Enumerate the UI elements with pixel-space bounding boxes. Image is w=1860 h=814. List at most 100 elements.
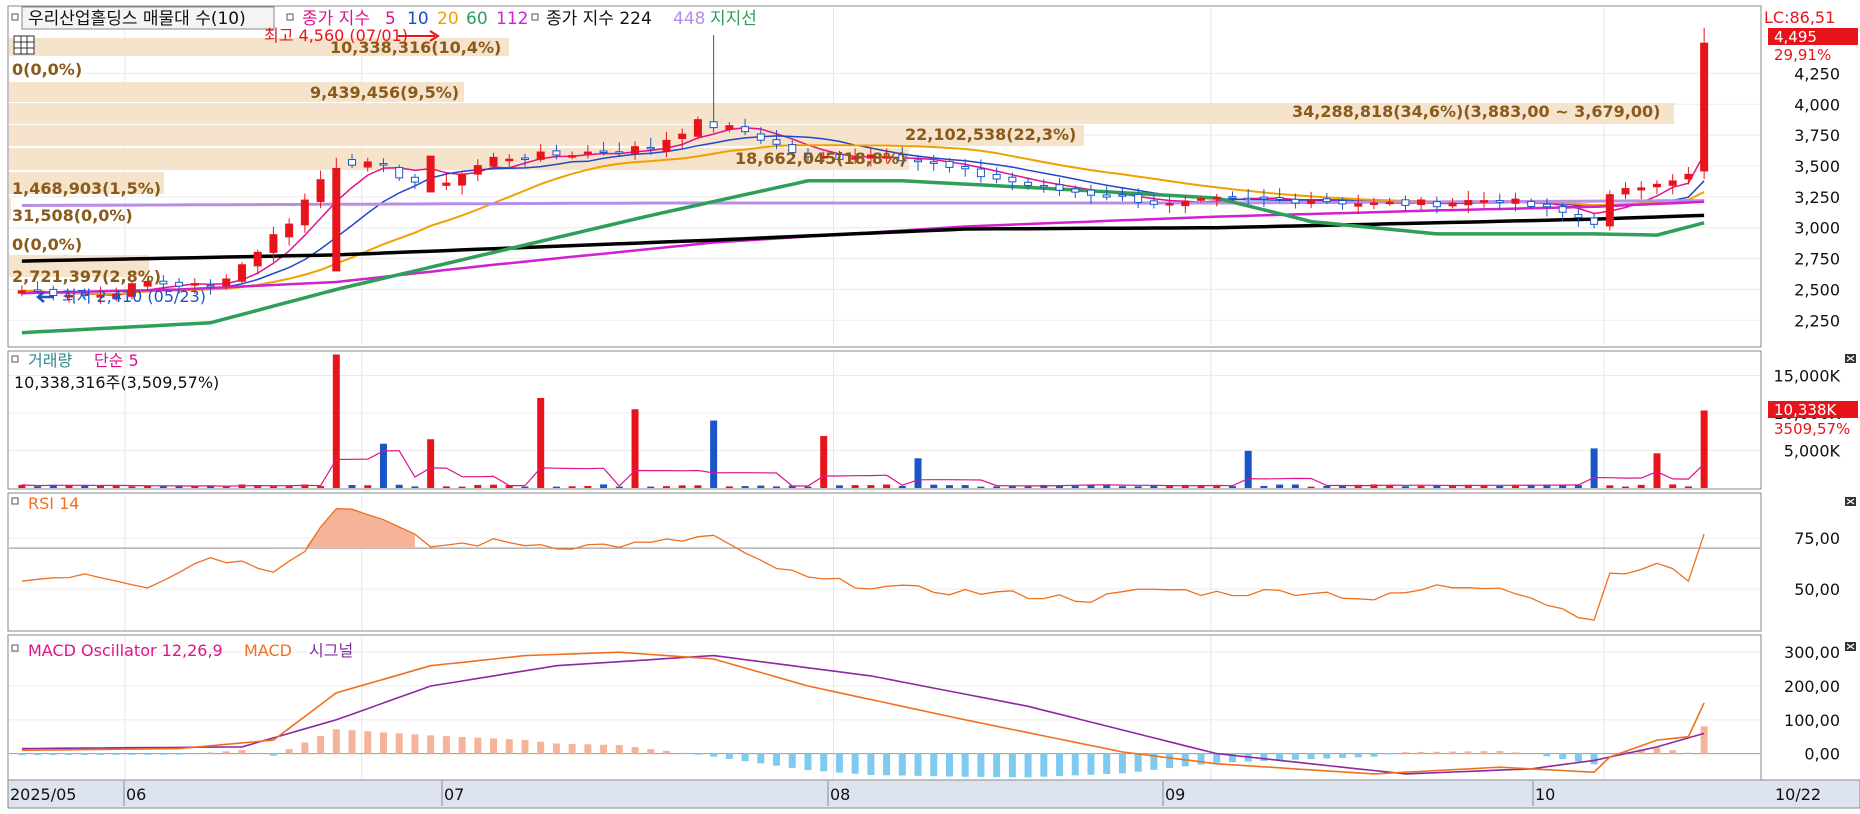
macd-oscillator-bar: [1292, 754, 1299, 760]
volume-bar: [317, 486, 324, 488]
volume-bar: [773, 486, 780, 488]
ma224-label: 종가 지수 224: [546, 9, 652, 29]
macd-oscillator-bar: [1418, 752, 1425, 754]
candle-body: [1056, 185, 1063, 191]
candle-body: [521, 158, 528, 160]
candle-body: [1198, 199, 1205, 201]
candle-body: [1591, 218, 1598, 224]
volume-bar: [1260, 486, 1267, 488]
macd-oscillator-bar: [254, 753, 261, 754]
y-tick-label: 75,00: [1794, 529, 1840, 548]
volume-ma-label: 단순 5: [94, 351, 139, 370]
macd-oscillator-bar: [128, 754, 135, 755]
macd-oscillator-bar: [97, 754, 104, 755]
candle-body: [380, 164, 387, 166]
macd-oscillator-bar: [1040, 754, 1047, 777]
macd-oscillator-bar: [1591, 754, 1598, 765]
candle-body: [317, 180, 324, 202]
volume-bar: [396, 485, 403, 488]
macd-oscillator-bar: [852, 754, 859, 774]
candle-body: [254, 252, 261, 266]
candle-body: [1685, 174, 1692, 179]
macd-oscillator-bar: [1433, 752, 1440, 754]
candle-body: [1418, 200, 1425, 205]
stock-chart: 10,338,316(10,4%)0(0,0%)9,439,456(9,5%)3…: [0, 0, 1860, 810]
candle-body: [1323, 199, 1330, 202]
volume-bar: [97, 486, 104, 488]
volume-bar: [710, 421, 717, 489]
volume-bar: [694, 485, 701, 488]
volume-bar: [930, 485, 937, 488]
volume-panel[interactable]: [8, 351, 1761, 489]
macd-oscillator-bar: [113, 754, 120, 755]
candle-body: [443, 183, 450, 185]
volume-bar: [1622, 487, 1629, 488]
legend-marker: [12, 356, 18, 362]
candle-body: [600, 151, 607, 153]
macd-oscillator-bar: [66, 754, 73, 755]
candle-body: [1135, 194, 1142, 202]
candle-body: [474, 166, 481, 174]
macd-oscillator-bar: [679, 753, 686, 754]
macd-oscillator-bar: [411, 734, 418, 753]
candle-body: [427, 156, 434, 192]
rsi-panel[interactable]: [8, 493, 1761, 631]
candle-body: [710, 122, 717, 128]
macd-label: MACD: [244, 641, 292, 660]
candle-body: [1402, 200, 1409, 206]
candle-body: [1166, 204, 1173, 206]
candle-body: [411, 177, 418, 182]
chart-title: 우리산업홀딩스 매물대 수(10): [28, 9, 246, 29]
candle-body: [1528, 201, 1535, 206]
candle-body: [757, 134, 764, 140]
macd-oscillator-bar: [977, 754, 984, 777]
macd-oscillator-bar: [443, 736, 450, 753]
volume-bar: [836, 485, 843, 488]
volume-bar: [915, 458, 922, 488]
volume-bar: [364, 485, 371, 488]
candle-body: [773, 140, 780, 145]
candle-body: [537, 152, 544, 159]
volume-bar: [443, 486, 450, 488]
volume-bar: [946, 485, 953, 488]
macd-oscillator-bar: [1213, 754, 1220, 763]
candle-body: [490, 157, 497, 166]
y-tick-label: 0,00: [1804, 745, 1840, 764]
volume-bar: [1591, 448, 1598, 488]
macd-oscillator-bar: [1166, 754, 1173, 768]
volume-bar: [1669, 484, 1676, 488]
close-icon[interactable]: [1845, 497, 1856, 506]
candle-body: [915, 160, 922, 162]
y-tick-label: 3,000: [1794, 219, 1840, 238]
volume-bar: [1575, 485, 1582, 488]
macd-oscillator-bar: [1370, 754, 1377, 757]
volume-bar: [852, 485, 859, 488]
candle-body: [1009, 177, 1016, 182]
support-label: 지지선: [710, 9, 757, 29]
volume-profile-label: 18,662,045(18,8%): [735, 149, 906, 168]
y-tick-label: 100,00: [1784, 711, 1840, 730]
macd-oscillator-bar: [1308, 754, 1315, 759]
candle-body: [1355, 204, 1362, 206]
candle-body: [459, 174, 466, 185]
table-icon[interactable]: [14, 36, 34, 54]
macd-oscillator-bar: [1339, 754, 1346, 758]
close-icon[interactable]: [1845, 642, 1856, 651]
candle-body: [333, 168, 340, 270]
macd-oscillator-bar: [836, 754, 843, 773]
close-icon[interactable]: [1845, 354, 1856, 363]
volume-bar: [1653, 453, 1660, 488]
x-tick-label: 10: [1535, 785, 1555, 804]
volume-bar: [867, 485, 874, 488]
y-tick-label: 50,00: [1794, 580, 1840, 599]
candle-body: [1103, 195, 1110, 197]
volume-bar: [1606, 485, 1613, 488]
volume-profile-label: 2,721,397(2,8%): [12, 267, 161, 286]
candle-body: [34, 290, 41, 292]
candle-body: [1040, 185, 1047, 187]
macd-oscillator-bar: [710, 754, 717, 757]
candle-body: [1213, 197, 1220, 199]
candle-body: [286, 224, 293, 237]
legend-marker: [12, 14, 18, 20]
price-panel[interactable]: [8, 6, 1761, 347]
